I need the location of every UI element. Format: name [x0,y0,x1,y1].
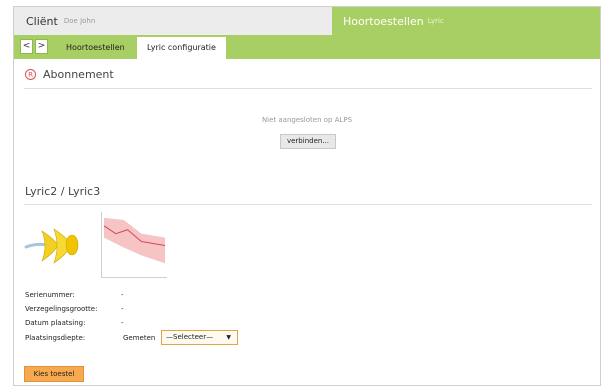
seal-size-label: Verzegelingsgrootte: [25,305,98,313]
app-window: Cliënt Doe John Hoortoestellen Lyric < >… [13,6,601,386]
seal-size-row: Verzegelingsgrootte: - [25,305,124,313]
client-name: Doe John [63,17,96,25]
devices-model: Lyric [427,17,444,25]
device-section-title: Lyric2 / Lyric3 [25,185,101,198]
serial-number-value: - [121,291,124,299]
choose-device-button[interactable]: Kies toestel [24,366,84,382]
serial-number-label: Serienummer: [25,291,75,299]
devices-label: Hoortoestellen [343,14,424,28]
alps-status-text: Niet aangesloten op ALPS [261,116,353,124]
tab-lyric-configuratie[interactable]: Lyric configuratie [137,37,226,59]
tab-hoortoestellen[interactable]: Hoortoestellen [56,37,135,59]
back-button[interactable]: < [20,39,33,54]
placement-depth-label: Plaatsingsdiepte: [25,334,86,342]
placement-date-value: - [121,319,124,327]
section-divider [24,204,592,205]
seal-size-value: - [121,305,124,313]
nav-bar: < > Hoortoestellen Lyric configuratie [14,35,600,59]
registered-mark-icon: R [25,69,36,80]
client-label: Cliënt [26,14,58,28]
section-divider [24,88,592,89]
placement-depth-row: Plaatsingsdiepte: [25,334,85,342]
client-panel: Cliënt Doe John [14,7,332,35]
placement-date-label: Datum plaatsing: [25,319,86,327]
depth-select[interactable]: —Selecteer— ▼ [161,330,238,345]
measured-label: Gemeten [123,334,156,342]
subscription-heading: R Abonnement [25,68,114,81]
depth-select-value: —Selecteer— [166,333,214,341]
serial-number-row: Serienummer: - [25,291,124,299]
header-bar: Cliënt Doe John Hoortoestellen Lyric [14,7,600,35]
subscription-title: Abonnement [43,68,114,81]
caret-down-icon: ▼ [226,334,231,341]
connect-button[interactable]: verbinden... [280,134,336,149]
fit-range-chart-icon [101,212,167,278]
lyric-device-icon [24,228,79,264]
hearing-devices-panel: Hoortoestellen Lyric [332,7,600,35]
placement-date-row: Datum plaatsing: - [25,319,124,327]
forward-button[interactable]: > [35,39,48,54]
